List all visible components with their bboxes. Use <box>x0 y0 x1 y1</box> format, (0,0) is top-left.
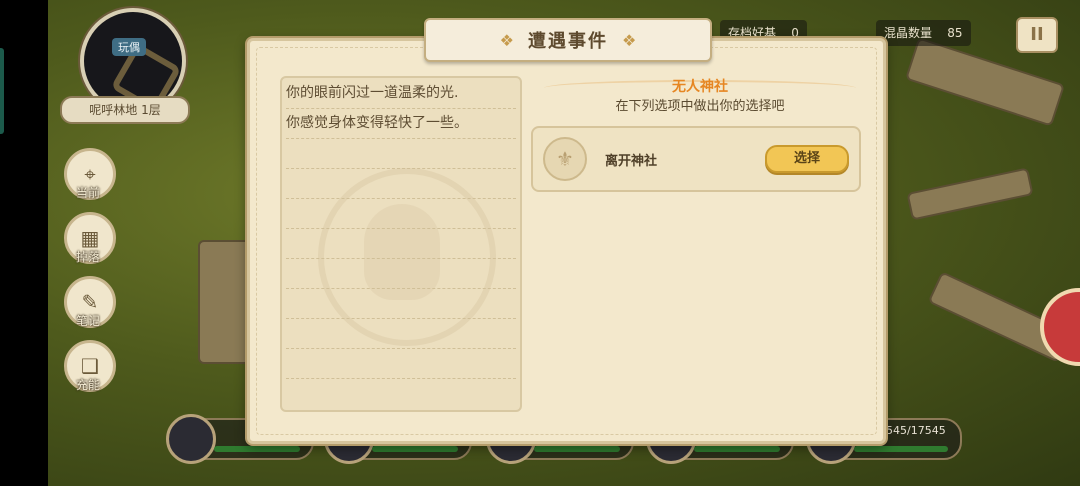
hp-bar <box>214 446 300 452</box>
current-label: 当前 <box>75 186 100 200</box>
ruled-line <box>286 138 516 140</box>
option-leave-shrine[interactable]: ⚜ 离开神社 选择 <box>531 126 861 192</box>
book-icon: ❑ <box>81 354 99 378</box>
notes-label: 笔记 <box>75 314 100 328</box>
hp-bar <box>534 446 620 452</box>
screen-bezel <box>0 0 48 486</box>
stat-crystals-label: 混晶数量 <box>884 26 933 40</box>
dialog-title: 遭遇事件 <box>528 31 608 52</box>
location-pin-icon: ⌖ <box>84 162 96 186</box>
avatar <box>166 414 216 464</box>
pause-icon: II <box>1030 24 1044 45</box>
stat-crystals-value: 85 <box>947 26 963 40</box>
ruled-line <box>286 168 516 170</box>
stat-crystals: 混晶数量 85 <box>876 20 971 46</box>
story-line: 你的眼前闪过一道温柔的光. <box>286 85 459 101</box>
ruled-line <box>286 318 516 320</box>
event-prompt: 在下列选项中做出你的选择吧 <box>615 99 785 114</box>
minimap-tag: 玩偶 <box>112 38 146 56</box>
ruled-line <box>286 348 516 350</box>
drops-label: 掉落 <box>75 250 100 264</box>
choose-button[interactable]: 选择 <box>765 145 849 173</box>
map-path <box>906 167 1034 221</box>
story-line: 你感觉身体变得轻快了一些。 <box>286 115 468 131</box>
option-label: 离开神社 <box>605 154 658 169</box>
ruled-line <box>286 288 516 290</box>
box-icon: ▦ <box>80 226 100 250</box>
hp-bar <box>694 446 780 452</box>
ruled-line <box>286 378 516 380</box>
bezel-notch <box>0 48 4 134</box>
scroll-icon: ✎ <box>81 290 99 314</box>
ornament-icon: ❖ <box>499 30 514 50</box>
ruled-line <box>286 198 516 200</box>
charge-label: 充能 <box>75 378 100 392</box>
fleur-emblem-icon: ⚜ <box>543 137 587 181</box>
event-name: 无人神社 <box>672 79 728 95</box>
pause-button[interactable]: II <box>1016 17 1058 53</box>
ornament-icon: ❖ <box>622 30 637 50</box>
hp-bar <box>372 446 458 452</box>
ruled-line <box>286 228 516 230</box>
story-panel: 你的眼前闪过一道温柔的光. 你感觉身体变得轻快了一些。 <box>280 76 522 412</box>
dialog-title-banner: ❖ 遭遇事件 ❖ <box>424 18 712 62</box>
hp-bar <box>854 446 948 452</box>
ruled-line <box>286 258 516 260</box>
floor-label: 呢呼林地 1层 <box>60 96 190 124</box>
